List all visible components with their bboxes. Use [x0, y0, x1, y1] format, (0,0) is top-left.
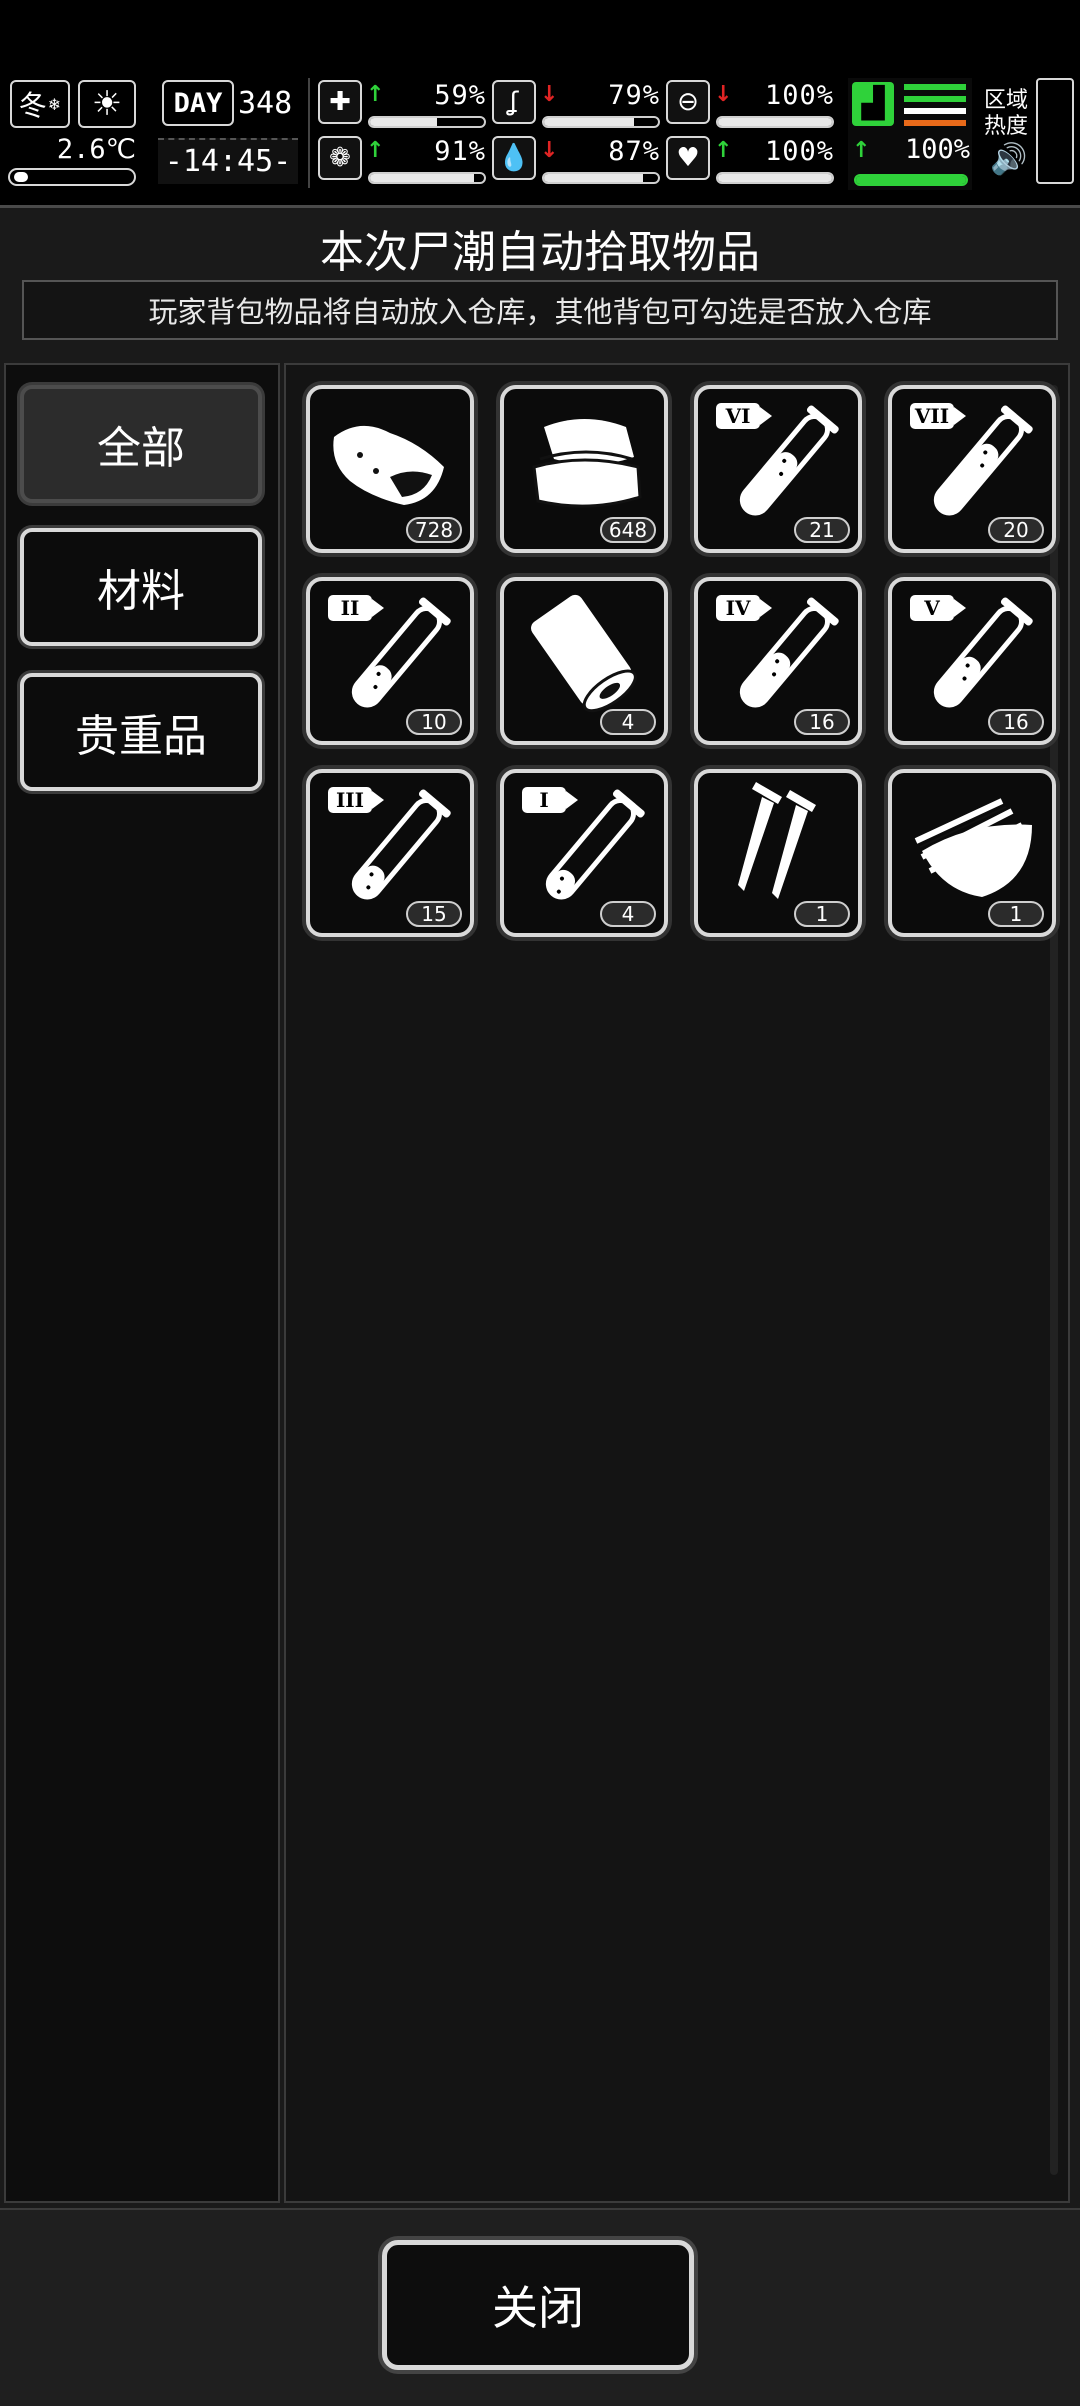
item-count-badge: 1: [988, 901, 1044, 927]
stamina-bar: [854, 174, 968, 186]
item-slot[interactable]: VII 20: [888, 385, 1056, 553]
stat-value: 100%: [764, 136, 834, 167]
status-hud: 冬 ❄ ☀ 2.6℃ DAY 348 -14:45- ✚ ↑ 59% ʆ ↓ 79…: [0, 72, 1080, 194]
thermometer-icon: [8, 168, 136, 186]
category-sidebar: 全部 材料 贵重品: [4, 363, 280, 2203]
item-slot[interactable]: IV 16: [694, 577, 862, 745]
hud-divider: [308, 78, 310, 188]
close-button-label: 关闭: [492, 2281, 584, 2335]
svg-text:VI: VI: [725, 404, 751, 428]
medkit-icon: ✚: [318, 80, 362, 124]
stat-bar: [716, 116, 834, 128]
stamina-stripes: [904, 84, 966, 126]
item-slot[interactable]: 1: [694, 769, 862, 937]
panel-title: 本次尸潮自动拾取物品: [320, 227, 760, 278]
trend-arrow-icon: ↓: [714, 82, 733, 107]
category-label: 贵重品: [75, 711, 207, 762]
stat-value: 59%: [434, 80, 486, 111]
stat-value: 91%: [434, 136, 486, 167]
stamina-trend-arrow: ↑: [852, 138, 871, 163]
stat-value: 87%: [608, 136, 660, 167]
season-label: 冬: [18, 89, 47, 122]
item-slot[interactable]: 648: [500, 385, 668, 553]
temperature-value: 2.6℃: [56, 134, 136, 165]
heart-icon: ♥: [666, 136, 710, 180]
stat-meter: ʆ ↓ 79%: [492, 80, 662, 130]
category-tab-valuables[interactable]: 贵重品: [20, 673, 262, 791]
stat-bar: [542, 116, 660, 128]
stat-bar: [716, 172, 834, 184]
item-count-badge: 20: [988, 517, 1044, 543]
trend-arrow-icon: ↓: [540, 82, 559, 107]
item-grid: 728 648 VI 21 VII 20 II 10 4 IV 16 V 16 …: [284, 363, 1070, 2203]
season-badge: 冬 ❄: [10, 80, 70, 128]
item-count-badge: 648: [600, 517, 656, 543]
item-slot[interactable]: 4: [500, 577, 668, 745]
svg-text:VII: VII: [914, 404, 949, 428]
svg-text:I: I: [539, 788, 548, 812]
stat-bar: [368, 172, 486, 184]
stat-meter: 💧 ↓ 87%: [492, 136, 662, 186]
zone-heat-label: 区域热度: [984, 88, 1029, 139]
panel-footer: 关闭: [0, 2208, 1080, 2406]
day-number: 348: [238, 86, 293, 121]
category-tab-materials[interactable]: 材料: [20, 528, 262, 646]
water-drop-icon: 💧: [492, 136, 536, 180]
trend-arrow-icon: ↑: [714, 138, 733, 163]
category-label: 全部: [97, 423, 185, 474]
snowflake-icon: ❄: [47, 94, 62, 114]
trend-arrow-icon: ↑: [366, 138, 385, 163]
stamina-panel: ▟ ↑ 100%: [848, 78, 972, 190]
item-slot[interactable]: 728: [306, 385, 474, 553]
svg-text:II: II: [341, 596, 360, 620]
sun-icon: ☀: [78, 80, 136, 128]
pill-icon: ⊖: [666, 80, 710, 124]
item-count-badge: 16: [794, 709, 850, 735]
item-slot[interactable]: VI 21: [694, 385, 862, 553]
subtitle-text: 玩家背包物品将自动放入仓库，其他背包可勾选是否放入仓库: [148, 295, 932, 329]
item-count-badge: 4: [600, 709, 656, 735]
category-tab-all[interactable]: 全部: [20, 385, 262, 503]
item-count-badge: 1: [794, 901, 850, 927]
item-slot[interactable]: III 15: [306, 769, 474, 937]
item-count-badge: 728: [406, 517, 462, 543]
svg-text:III: III: [336, 788, 364, 812]
item-count-badge: 21: [794, 517, 850, 543]
boot-icon: ▟: [852, 82, 894, 126]
stat-value: 100%: [764, 80, 834, 111]
svg-text:V: V: [923, 596, 940, 620]
close-button[interactable]: 关闭: [382, 2240, 694, 2370]
speaker-icon[interactable]: 🔊: [990, 142, 1027, 177]
stat-meter: ♥ ↑ 100%: [666, 136, 836, 186]
stat-meter: ⊖ ↓ 100%: [666, 80, 836, 130]
trend-arrow-icon: ↓: [540, 138, 559, 163]
stomach-icon: ʆ: [492, 80, 536, 124]
item-slot[interactable]: V 16: [888, 577, 1056, 745]
stat-meter: ❁ ↑ 91%: [318, 136, 488, 186]
brain-icon: ❁: [318, 136, 362, 180]
day-label: DAY: [173, 87, 223, 119]
stat-bar: [542, 172, 660, 184]
stat-value: 79%: [608, 80, 660, 111]
stat-bar: [368, 116, 486, 128]
auto-pickup-panel: 本次尸潮自动拾取物品 玩家背包物品将自动放入仓库，其他背包可勾选是否放入仓库 全…: [0, 205, 1080, 2406]
clock-display: -14:45-: [158, 138, 298, 184]
svg-text:IV: IV: [726, 596, 751, 620]
item-slot[interactable]: 1: [888, 769, 1056, 937]
category-label: 材料: [97, 566, 185, 617]
item-count-badge: 10: [406, 709, 462, 735]
item-slot[interactable]: II 10: [306, 577, 474, 745]
trend-arrow-icon: ↑: [366, 82, 385, 107]
item-count-badge: 16: [988, 709, 1044, 735]
day-badge: DAY: [162, 80, 234, 126]
item-count-badge: 4: [600, 901, 656, 927]
zone-heat-meter: [1036, 78, 1074, 184]
panel-subtitle: 玩家背包物品将自动放入仓库，其他背包可勾选是否放入仓库: [22, 280, 1058, 340]
item-count-badge: 15: [406, 901, 462, 927]
item-slot[interactable]: I 4: [500, 769, 668, 937]
stat-meter: ✚ ↑ 59%: [318, 80, 488, 130]
stamina-value: 100%: [904, 134, 970, 165]
